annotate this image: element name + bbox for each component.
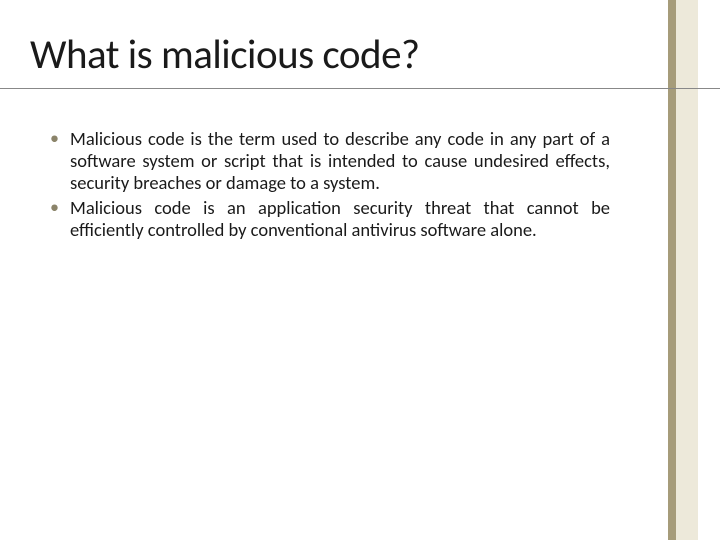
bullet-item: Malicious code is the term used to descr… — [50, 128, 610, 195]
bullet-item: Malicious code is an application securit… — [50, 197, 610, 241]
slide: What is malicious code? Malicious code i… — [0, 0, 720, 540]
bullet-list: Malicious code is the term used to descr… — [50, 128, 610, 241]
title-underline — [0, 88, 720, 89]
accent-stripe-light — [676, 0, 698, 540]
slide-title: What is malicious code? — [30, 30, 640, 80]
body-text-area: Malicious code is the term used to descr… — [50, 128, 610, 243]
accent-stripe-dark — [668, 0, 676, 540]
title-area: What is malicious code? — [30, 30, 640, 80]
side-accent-bar — [668, 0, 698, 540]
